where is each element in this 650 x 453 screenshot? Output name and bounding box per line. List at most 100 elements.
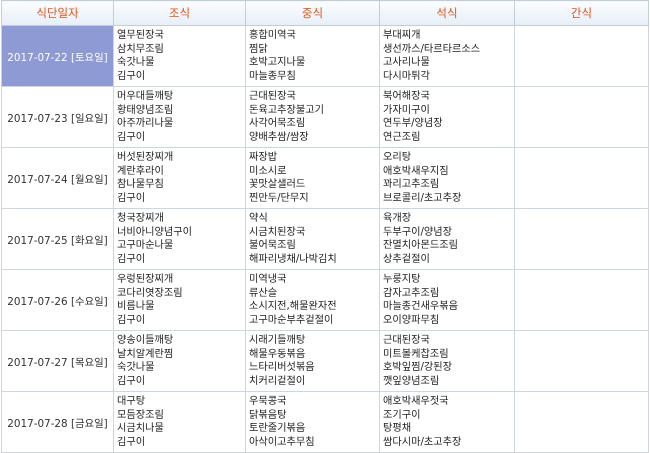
menu-item: 시금치나물 — [117, 423, 164, 434]
date-cell[interactable]: 2017-07-22 [토요일] — [1, 25, 114, 87]
header-snack[interactable]: 간식 — [514, 0, 649, 26]
menu-item: 오이양파무침 — [383, 314, 440, 326]
header-date[interactable]: 식단일자 — [1, 0, 114, 26]
menu-item: 양배추쌈/쌈장 — [249, 131, 309, 143]
menu-item: 다시마튀각 — [383, 70, 430, 82]
menu-item: 시금치된장국 — [249, 226, 306, 238]
table-row[interactable]: 2017-07-28 [금요일] 대구탕 모듬장조림 시금치나물 김구이 우묵콩국 닭볶음탕… — [1, 391, 649, 453]
menu-item: 삼치무조림 — [117, 43, 164, 55]
menu-item: 청국장찌개 — [117, 213, 164, 224]
lunch-cell: 시래기들깨탕해물우동볶음느타리버섯볶음치커리겉절이 — [245, 330, 380, 392]
menu-item: 닭볶음탕 — [249, 409, 287, 421]
menu-item: 마늘종건새우볶음 — [383, 301, 458, 312]
menu-item: 육개장 — [383, 213, 412, 224]
breakfast-cell: 우렁된장찌개 코다리엿장조림 비름나물 김구이 — [113, 269, 246, 331]
menu-item: 김구이 — [117, 253, 146, 265]
menu-item: 사각어묵조림 — [249, 118, 306, 129]
date-cell[interactable]: 2017-07-23 [일요일] — [1, 86, 114, 148]
dinner-cell: 애호박새우젓국 조기구이 탕평채 쌈다시마/초고추장 — [379, 391, 515, 453]
table-row[interactable]: 2017-07-24 [월요일] 버섯된장찌개 계란후라이 참나물무침 김구이 짜장밥 미소… — [1, 147, 649, 209]
date-cell[interactable]: 2017-07-28 [금요일] — [1, 391, 114, 453]
date-cell[interactable]: 2017-07-24 [월요일] — [1, 147, 114, 209]
menu-item: 시래기들깨탕 — [249, 335, 306, 346]
menu-item: 생선까스/타르타르소스 — [383, 43, 481, 55]
menu-item: 가자미구이 — [383, 104, 430, 116]
snack-cell — [514, 86, 649, 148]
menu-item: 비름나물 — [117, 301, 155, 312]
breakfast-cell: 머우대들깨탕 황태양념조림 아주까리나물 김구이 — [113, 86, 246, 148]
menu-item: 부대찌개 — [383, 30, 421, 41]
menu-item: 애호박새우지짐 — [383, 165, 449, 177]
menu-item: 열무된장국 — [117, 30, 164, 41]
lunch-cell: 홍합미역국 찜닭 호박고지나물 마늘종무침 — [245, 25, 380, 87]
menu-item: 호박고지나물 — [249, 57, 306, 68]
menu-item: 류산슬 — [249, 287, 278, 299]
menu-item: 찐만두/단무지 — [249, 192, 309, 204]
menu-item: 꽈리고추조림 — [383, 179, 440, 190]
menu-item: 아주까리나물 — [117, 118, 174, 129]
meal-schedule-table: 식단일자 조식 중식 석식 간식 2017-07-22 [토요일] 열무된장국삼치… — [1, 0, 649, 453]
menu-item: 잔멸치아몬드조림 — [383, 240, 458, 251]
table-row[interactable]: 2017-07-25 [화요일] 청국장찌개 너비아니양념구이 고구마순나물 김구이 약식… — [1, 208, 649, 270]
menu-item: 우묵콩국 — [249, 396, 287, 407]
dinner-cell: 오리탕 애호박새우지짐 꽈리고추조림 브로콜리/초고추장 — [379, 147, 515, 209]
dinner-cell: 부대찌개생선까스/타르타르소스고사리나물다시마튀각 — [379, 25, 515, 87]
menu-item: 찜닭 — [249, 43, 268, 55]
lunch-cell: 근대된장국돈육고추장불고기사각어묵조림양배추쌈/쌈장 — [245, 86, 380, 148]
date-cell[interactable]: 2017-07-25 [화요일] — [1, 208, 114, 270]
menu-item: 고구마순나물 — [117, 240, 174, 251]
menu-item: 상추겉절이 — [383, 253, 430, 265]
menu-item: 김구이 — [117, 436, 146, 448]
menu-item: 토란줄기볶음 — [249, 423, 306, 434]
menu-item: 숙갓나물 — [117, 57, 155, 68]
table-row[interactable]: 2017-07-23 [일요일] 머우대들깨탕 황태양념조림 아주까리나물 김구이 근대된… — [1, 86, 649, 148]
menu-item: 돈육고추장불고기 — [249, 104, 324, 116]
menu-item: 누룽지탕 — [383, 274, 421, 285]
menu-item: 미트볼케찹조림 — [383, 348, 449, 360]
menu-item: 약식 — [249, 213, 268, 224]
snack-cell — [514, 269, 649, 331]
header-breakfast[interactable]: 조식 — [113, 0, 246, 26]
menu-item: 코다리엿장조림 — [117, 287, 183, 299]
breakfast-cell: 버섯된장찌개 계란후라이 참나물무침 김구이 — [113, 147, 246, 209]
menu-item: 마늘종무침 — [249, 70, 296, 82]
menu-item: 두부구이/양념장 — [383, 226, 453, 238]
breakfast-cell: 청국장찌개 너비아니양념구이 고구마순나물 김구이 — [113, 208, 246, 270]
menu-item: 소시지전,해물완자전 — [249, 301, 337, 312]
date-cell[interactable]: 2017-07-27 [목요일] — [1, 330, 114, 392]
date-cell[interactable]: 2017-07-26 [수요일] — [1, 269, 114, 331]
dinner-cell: 육개장두부구이/양념장잔멸치아몬드조림상추겉절이 — [379, 208, 515, 270]
menu-item: 브로콜리/초고추장 — [383, 192, 462, 204]
dinner-cell: 근대된장국 미트볼케찹조림 호박잎찜/강된장 깻잎양념조림 — [379, 330, 515, 392]
dinner-cell: 북어해장국 가자미구이 연두부/양념장 연근조림 — [379, 86, 515, 148]
menu-item: 치커리겉절이 — [249, 375, 306, 387]
header-dinner[interactable]: 석식 — [379, 0, 515, 26]
menu-item: 참나물무침 — [117, 179, 164, 190]
menu-item: 느타리버섯볶음 — [249, 362, 315, 373]
menu-item: 김구이 — [117, 192, 146, 204]
menu-item: 양송이들깨탕 — [117, 335, 174, 346]
snack-cell — [514, 330, 649, 392]
menu-item: 근대된장국 — [249, 91, 296, 102]
menu-item: 감자고추조림 — [383, 287, 440, 299]
menu-item: 해물우동볶음 — [249, 348, 306, 360]
table-row[interactable]: 2017-07-22 [토요일] 열무된장국 삼치무조림 숙갓나물 김구이 홍합미역국 찜닭… — [1, 25, 649, 87]
menu-item: 미소시로 — [249, 165, 287, 177]
snack-cell — [514, 208, 649, 270]
breakfast-cell: 대구탕 모듬장조림 시금치나물 김구이 — [113, 391, 246, 453]
menu-item: 김구이 — [117, 375, 146, 387]
menu-item: 숙갓나물 — [117, 362, 155, 373]
menu-item: 호박잎찜/강된장 — [383, 362, 453, 373]
menu-item: 고사리나물 — [383, 57, 430, 68]
header-lunch[interactable]: 중식 — [245, 0, 380, 26]
breakfast-cell: 열무된장국삼치무조림숙갓나물김구이 — [113, 25, 246, 87]
menu-item: 탕평채 — [383, 423, 412, 434]
menu-item: 모듬장조림 — [117, 409, 164, 421]
breakfast-cell: 양송이들깨탕 날치알계란찜 숙갓나물 김구이 — [113, 330, 246, 392]
menu-item: 김구이 — [117, 314, 146, 326]
table-row[interactable]: 2017-07-26 [수요일] 우렁된장찌개 코다리엿장조림 비름나물 김구이 미역냉국… — [1, 269, 649, 331]
menu-item: 짜장밥 — [249, 152, 278, 163]
table-row[interactable]: 2017-07-27 [목요일] 양송이들깨탕 날치알계란찜 숙갓나물 김구이 시래기들깨… — [1, 330, 649, 392]
menu-item: 김구이 — [117, 70, 146, 82]
menu-item: 북어해장국 — [383, 91, 430, 102]
